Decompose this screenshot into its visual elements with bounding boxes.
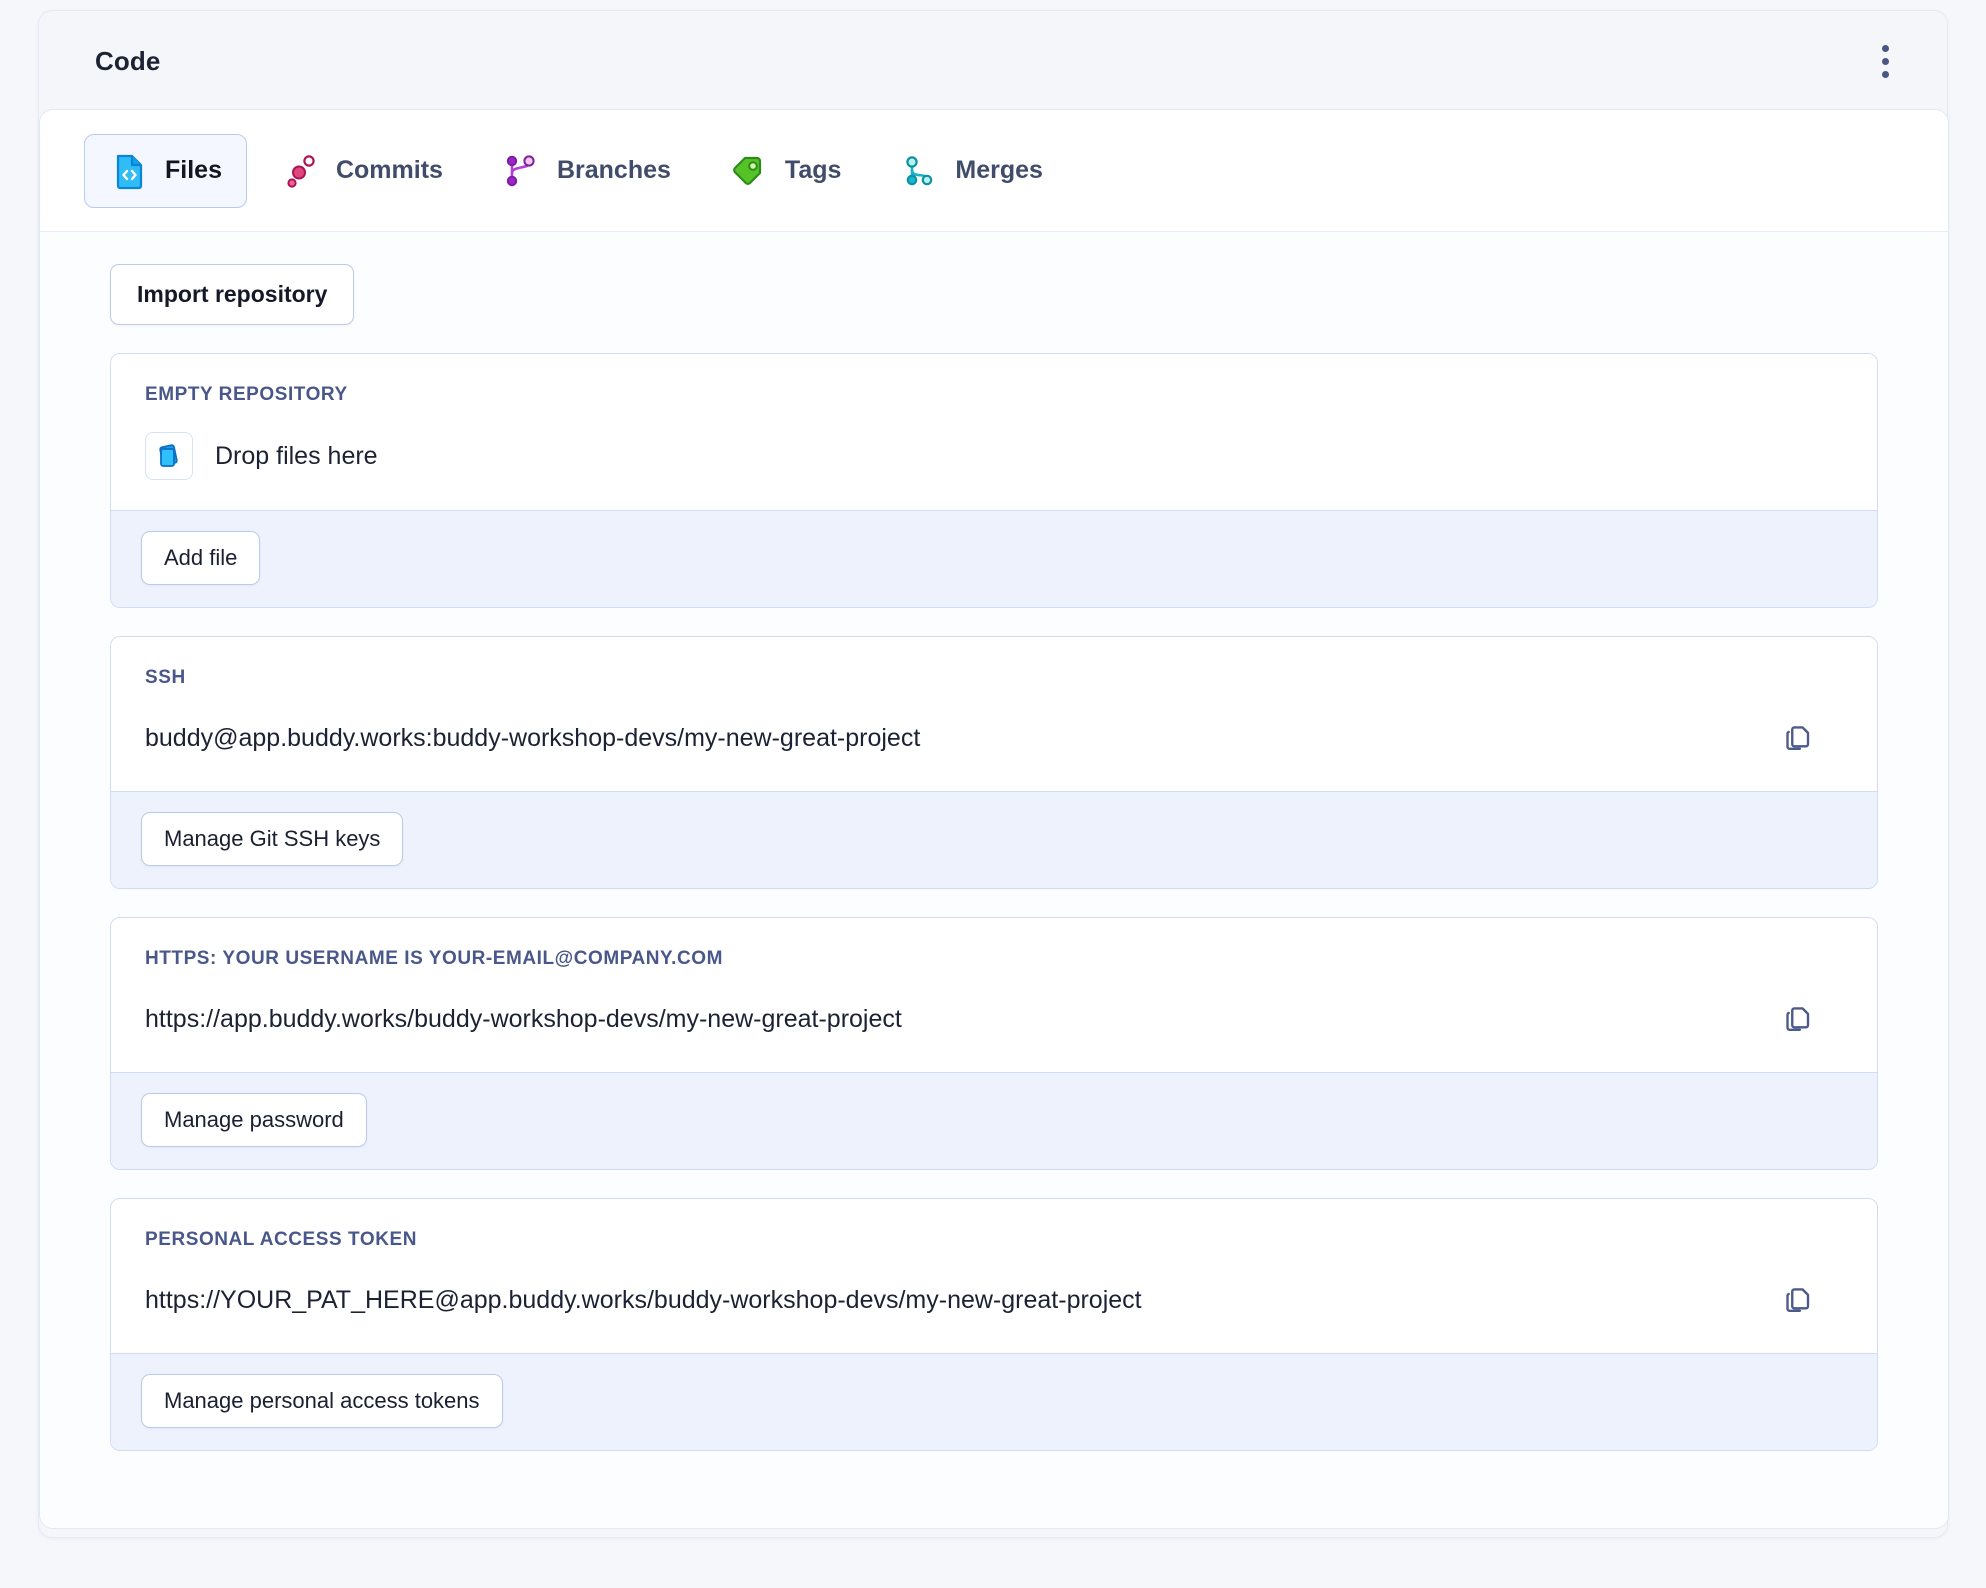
tab-label: Commits <box>335 156 443 184</box>
branches-icon <box>506 154 535 186</box>
tab-branches[interactable]: Branches <box>476 134 696 208</box>
merge-icon <box>906 155 933 185</box>
code-panel: Code Files Commits Branches Tags Merges … <box>38 10 1949 1538</box>
section-label: SSH <box>145 667 186 688</box>
https-url-value[interactable]: https://app.buddy.works/buddy-workshop-d… <box>145 1003 902 1036</box>
tab-label: Branches <box>556 156 671 184</box>
tag-icon <box>732 156 762 185</box>
section-label: EMPTY REPOSITORY <box>145 384 348 405</box>
section-content: EMPTY REPOSITORY Drop files here <box>111 354 1877 510</box>
section-label: PERSONAL ACCESS TOKEN <box>145 1229 417 1250</box>
tab-label: Tags <box>784 156 842 184</box>
code-content-card: Files Commits Branches Tags Merges Impor… <box>39 109 1949 1529</box>
tab-label: Files <box>165 156 222 184</box>
manage-password-button[interactable]: Manage password <box>141 1093 367 1147</box>
drop-files-zone[interactable]: Drop files here <box>145 432 1843 480</box>
page-title: Code <box>95 45 161 76</box>
url-row: buddy@app.buddy.works:buddy-workshop-dev… <box>145 715 1843 761</box>
code-body: Import repository EMPTY REPOSITORY Drop … <box>40 232 1948 1519</box>
tab-bar: Files Commits Branches Tags Merges <box>40 110 1948 232</box>
personal-access-token-section: PERSONAL ACCESS TOKEN https://YOUR_PAT_H… <box>110 1198 1878 1451</box>
section-footer: Add file <box>111 510 1877 607</box>
manage-personal-access-tokens-button[interactable]: Manage personal access tokens <box>141 1374 503 1428</box>
section-content: SSH buddy@app.buddy.works:buddy-workshop… <box>111 637 1877 791</box>
kebab-dot <box>1881 70 1889 78</box>
section-footer: Manage password <box>111 1072 1877 1169</box>
https-section: HTTPS: YOUR USERNAME IS YOUR-EMAIL@COMPA… <box>110 917 1878 1170</box>
url-row: https://app.buddy.works/buddy-workshop-d… <box>145 996 1843 1042</box>
tab-files[interactable]: Files <box>84 133 247 208</box>
section-content: PERSONAL ACCESS TOKEN https://YOUR_PAT_H… <box>111 1199 1877 1353</box>
manage-git-ssh-keys-button[interactable]: Manage Git SSH keys <box>141 812 404 866</box>
panel-header: Code <box>39 11 1947 111</box>
section-content: HTTPS: YOUR USERNAME IS YOUR-EMAIL@COMPA… <box>111 918 1877 1072</box>
section-label: HTTPS: YOUR USERNAME IS YOUR-EMAIL@COMPA… <box>145 948 723 969</box>
import-repository-row: Import repository <box>80 264 1908 353</box>
section-footer: Manage personal access tokens <box>111 1353 1877 1450</box>
kebab-menu-icon[interactable] <box>1867 39 1903 83</box>
copy-icon[interactable] <box>1775 715 1821 761</box>
files-stack-icon <box>145 432 193 480</box>
tab-merges[interactable]: Merges <box>874 134 1068 208</box>
tab-tags[interactable]: Tags <box>704 134 867 208</box>
url-row: https://YOUR_PAT_HERE@app.buddy.works/bu… <box>145 1277 1843 1323</box>
ssh-url-value[interactable]: buddy@app.buddy.works:buddy-workshop-dev… <box>145 722 920 755</box>
copy-icon[interactable] <box>1775 1277 1821 1323</box>
empty-repository-section: EMPTY REPOSITORY Drop files here Add fil… <box>110 353 1878 608</box>
drop-files-label: Drop files here <box>215 441 378 470</box>
tab-commits[interactable]: Commits <box>255 134 468 208</box>
commits-icon <box>287 154 315 188</box>
copy-icon[interactable] <box>1775 996 1821 1042</box>
file-code-icon <box>116 154 143 189</box>
pat-url-value[interactable]: https://YOUR_PAT_HERE@app.buddy.works/bu… <box>145 1284 1142 1317</box>
add-file-button[interactable]: Add file <box>141 531 261 585</box>
kebab-dot <box>1881 44 1889 52</box>
ssh-section: SSH buddy@app.buddy.works:buddy-workshop… <box>110 636 1878 889</box>
kebab-dot <box>1881 57 1889 65</box>
section-footer: Manage Git SSH keys <box>111 791 1877 888</box>
import-repository-button[interactable]: Import repository <box>110 264 355 325</box>
tab-label: Merges <box>955 156 1043 184</box>
